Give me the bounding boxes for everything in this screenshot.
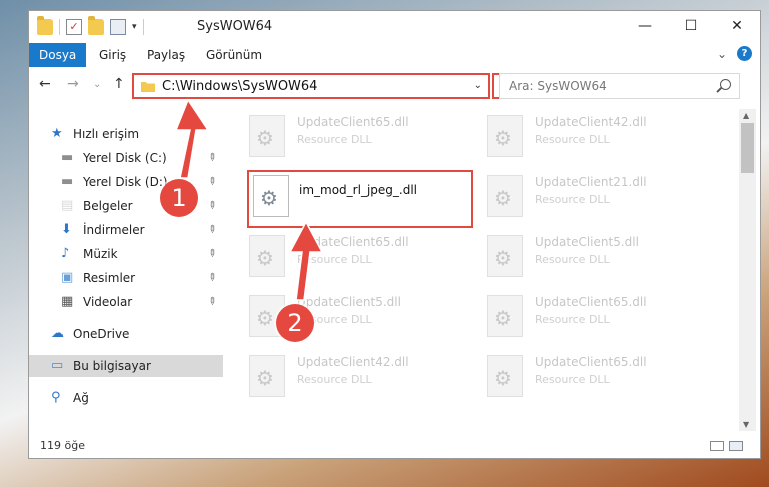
step-1-callout: 1 [160, 179, 198, 217]
highlighted-file-item[interactable]: im_mod_rl_jpeg_.dll [253, 173, 483, 223]
dll-file-icon [253, 175, 289, 217]
highlighted-file-name: im_mod_rl_jpeg_.dll [299, 183, 417, 197]
annotation-arrows [174, 98, 324, 301]
step-2-callout: 2 [276, 304, 314, 342]
